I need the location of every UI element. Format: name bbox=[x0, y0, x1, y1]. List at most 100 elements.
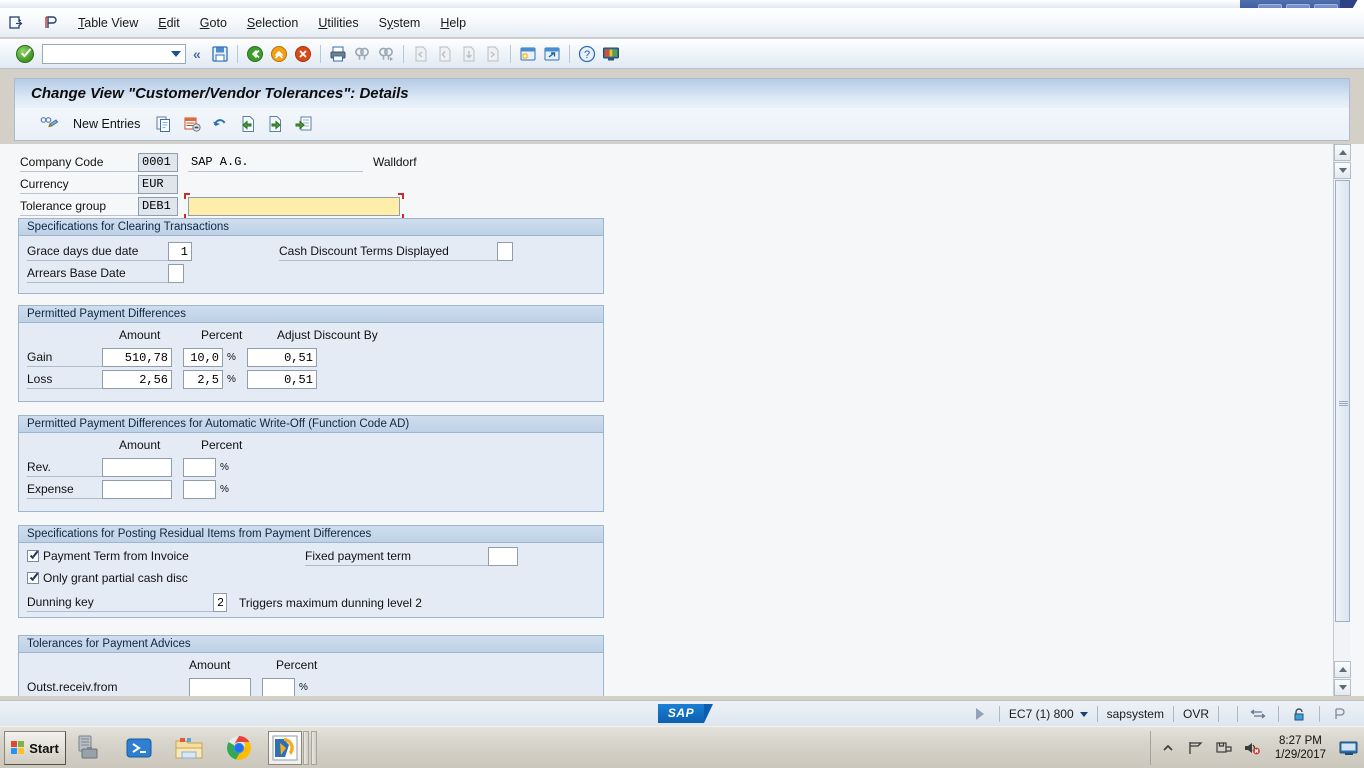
scroll-down-button[interactable] bbox=[1334, 679, 1351, 696]
dunning-key-input[interactable] bbox=[213, 593, 227, 612]
vertical-scrollbar[interactable] bbox=[1333, 144, 1351, 696]
taskbar-item-chrome[interactable] bbox=[222, 731, 256, 765]
enter-icon[interactable] bbox=[16, 44, 34, 63]
start-button[interactable]: Start bbox=[4, 731, 66, 765]
menu-utilities[interactable]: Utilities bbox=[308, 13, 368, 33]
show-hidden-icons-icon[interactable] bbox=[1157, 739, 1179, 757]
currency-input[interactable] bbox=[138, 174, 178, 194]
next-page-icon[interactable] bbox=[458, 43, 480, 65]
status-session-icon-wrap[interactable] bbox=[1319, 706, 1360, 722]
taskbar-item-server-manager[interactable] bbox=[72, 731, 106, 765]
menu-help[interactable]: Help bbox=[430, 13, 476, 33]
insert-overwrite-icon bbox=[1247, 705, 1269, 723]
grace-days-input[interactable] bbox=[168, 242, 192, 261]
select-layout-icon[interactable] bbox=[292, 112, 316, 136]
checkbox-icon[interactable] bbox=[27, 572, 39, 584]
menu-table-view[interactable]: Table View bbox=[68, 13, 148, 33]
status-expand-button[interactable] bbox=[967, 706, 999, 722]
grace-days-label: Grace days due date bbox=[27, 242, 168, 261]
tolerance-group-input[interactable] bbox=[138, 196, 178, 216]
taskbar-window-stack-1[interactable] bbox=[303, 731, 309, 765]
status-bar-right: EC7 (1) 800 sapsystem OVR bbox=[967, 701, 1360, 727]
loss-adjust-discount-input[interactable] bbox=[246, 370, 317, 389]
removable-media-icon[interactable] bbox=[1213, 739, 1235, 757]
status-lock-icon-wrap[interactable] bbox=[1278, 706, 1319, 722]
undo-icon[interactable] bbox=[208, 112, 232, 136]
company-code-input[interactable] bbox=[138, 152, 178, 172]
chevron-down-icon[interactable] bbox=[1079, 711, 1088, 717]
copy-icon[interactable] bbox=[152, 112, 176, 136]
gain-percent-input[interactable] bbox=[183, 348, 223, 367]
menu-selection[interactable]: Selection bbox=[237, 13, 308, 33]
help-icon[interactable]: ? bbox=[576, 43, 598, 65]
arrears-base-date-input[interactable] bbox=[168, 264, 184, 283]
column-header-amount: Amount bbox=[189, 658, 231, 672]
checkbox-icon[interactable] bbox=[27, 550, 39, 562]
first-page-icon[interactable] bbox=[410, 43, 432, 65]
previous-page-icon[interactable] bbox=[434, 43, 456, 65]
new-entries-button[interactable]: New Entries bbox=[73, 117, 140, 131]
taskbar-item-powershell[interactable] bbox=[122, 731, 156, 765]
network-icon[interactable] bbox=[1185, 739, 1207, 757]
loss-amount-input[interactable] bbox=[102, 370, 172, 389]
taskbar-item-file-explorer[interactable] bbox=[172, 731, 206, 765]
company-name-input[interactable] bbox=[188, 152, 363, 172]
scroll-page-up-button[interactable] bbox=[1334, 162, 1351, 179]
menu-system[interactable]: System bbox=[369, 13, 431, 33]
status-server-label: sapsystem bbox=[1096, 706, 1173, 722]
print-icon[interactable] bbox=[327, 43, 349, 65]
session-icon[interactable] bbox=[34, 9, 68, 37]
back-icon[interactable] bbox=[244, 43, 266, 65]
customize-local-layout-icon[interactable] bbox=[600, 43, 622, 65]
expense-amount-input[interactable] bbox=[102, 480, 172, 499]
next-entry-icon[interactable] bbox=[264, 112, 288, 136]
status-system-info[interactable]: EC7 (1) 800 bbox=[998, 706, 1097, 722]
menu-goto[interactable]: Goto bbox=[190, 13, 237, 33]
display-icon[interactable] bbox=[1338, 739, 1360, 757]
find-icon[interactable] bbox=[351, 43, 373, 65]
last-page-icon[interactable] bbox=[482, 43, 504, 65]
form-content-area: Company Code Walldorf Currency Tolerance… bbox=[0, 144, 1364, 696]
command-field[interactable] bbox=[42, 43, 186, 64]
create-session-icon[interactable] bbox=[517, 43, 539, 65]
create-shortcut-icon[interactable] bbox=[541, 43, 563, 65]
dunning-key-label: Dunning key bbox=[27, 593, 213, 612]
exit-icon[interactable] bbox=[268, 43, 290, 65]
tolerance-group-description-input[interactable] bbox=[188, 196, 400, 216]
outstanding-receivable-amount-input[interactable] bbox=[189, 678, 251, 696]
taskbar-item-sap-logon[interactable] bbox=[268, 731, 302, 765]
delete-icon[interactable] bbox=[180, 112, 204, 136]
find-next-icon[interactable] bbox=[375, 43, 397, 65]
cash-discount-terms-input[interactable] bbox=[497, 242, 513, 261]
cancel-icon[interactable] bbox=[292, 43, 314, 65]
status-overwrite-mode[interactable]: OVR bbox=[1172, 706, 1218, 722]
taskbar-window-stack-2[interactable] bbox=[311, 731, 317, 765]
arrears-base-date-label: Arrears Base Date bbox=[27, 264, 168, 283]
checkbox-payment-term-from-invoice[interactable]: Payment Term from Invoice bbox=[27, 549, 189, 563]
outstanding-receivable-percent-input[interactable] bbox=[262, 678, 295, 696]
expense-percent-input[interactable] bbox=[183, 480, 216, 499]
fixed-payment-term-input[interactable] bbox=[488, 547, 518, 566]
scroll-page-down-button[interactable] bbox=[1334, 661, 1351, 678]
chevron-down-icon[interactable] bbox=[171, 50, 181, 57]
column-header-percent: Percent bbox=[201, 438, 243, 452]
scroll-up-button[interactable] bbox=[1334, 144, 1351, 161]
exit-icon[interactable] bbox=[0, 9, 34, 37]
rev-amount-input[interactable] bbox=[102, 458, 172, 477]
checkbox-only-grant-partial-cash-disc[interactable]: Only grant partial cash disc bbox=[27, 571, 188, 585]
taskbar-clock[interactable]: 8:27 PM 1/29/2017 bbox=[1269, 734, 1332, 762]
chevron-double-left-icon[interactable]: « bbox=[193, 46, 201, 62]
save-icon[interactable] bbox=[209, 43, 231, 65]
gain-amount-input[interactable] bbox=[102, 348, 172, 367]
glasses-pencil-icon[interactable] bbox=[37, 112, 61, 136]
status-insert-overwrite-icon-wrap[interactable] bbox=[1237, 706, 1278, 722]
loss-percent-input[interactable] bbox=[183, 370, 223, 389]
rev-percent-input[interactable] bbox=[183, 458, 216, 477]
command-input[interactable] bbox=[46, 45, 164, 62]
menu-edit[interactable]: Edit bbox=[148, 13, 190, 33]
volume-muted-icon[interactable] bbox=[1241, 739, 1263, 757]
gain-adjust-discount-input[interactable] bbox=[246, 348, 317, 367]
scrollbar-thumb[interactable] bbox=[1335, 180, 1350, 622]
field-dunning-key: Dunning key Triggers maximum dunning lev… bbox=[27, 593, 422, 612]
previous-entry-icon[interactable] bbox=[236, 112, 260, 136]
